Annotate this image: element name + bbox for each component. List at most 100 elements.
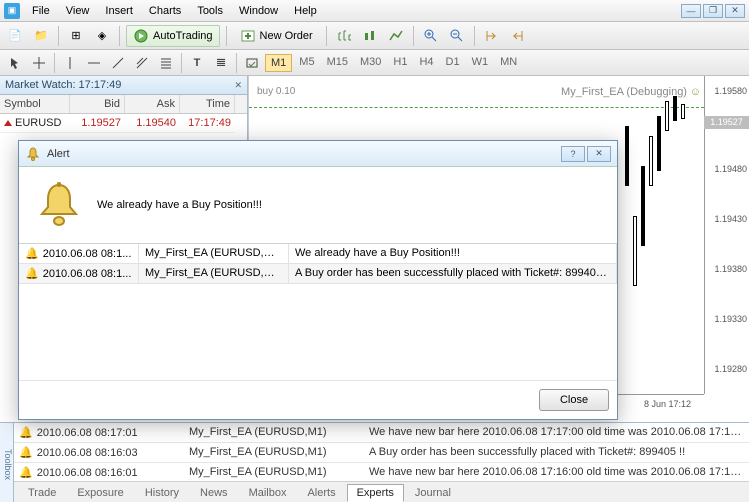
main-toolbar: 📄 📁 ⊞ ◈ AutoTrading New Order — [0, 22, 749, 50]
col-bid[interactable]: Bid — [70, 95, 125, 113]
tab-experts[interactable]: Experts — [347, 484, 404, 502]
symbol-row[interactable]: EURUSD1.195271.1954017:17:49 — [0, 114, 247, 133]
timeframe-m30[interactable]: M30 — [355, 54, 386, 72]
toolbox-tabs: TradeExposureHistoryNewsMailboxAlertsExp… — [14, 481, 749, 502]
timeframe-m5[interactable]: M5 — [294, 54, 319, 72]
candle — [625, 126, 629, 186]
tab-exposure[interactable]: Exposure — [67, 484, 133, 502]
alert-body: We already have a Buy Position!!! — [19, 167, 617, 243]
alert-log-row[interactable]: 🔔2010.06.08 08:1...My_First_EA (EURUSD,M… — [19, 264, 617, 284]
vline-icon[interactable] — [59, 52, 81, 74]
log-row[interactable]: 🔔2010.06.08 08:17:01My_First_EA (EURUSD,… — [14, 423, 749, 443]
timeframe-d1[interactable]: D1 — [441, 54, 465, 72]
help-button[interactable]: ? — [561, 146, 585, 162]
timeframe-h4[interactable]: H4 — [414, 54, 438, 72]
price-marker: 1.19527 — [704, 116, 749, 129]
chart-shift-icon[interactable] — [507, 25, 529, 47]
menu-insert[interactable]: Insert — [97, 3, 141, 19]
new-order-button[interactable]: New Order — [233, 25, 320, 47]
profiles-icon[interactable]: 📁 — [30, 25, 52, 47]
minimize-button[interactable]: — — [681, 4, 701, 18]
menu-items: FileViewInsertChartsToolsWindowHelp — [24, 3, 325, 19]
menu-help[interactable]: Help — [286, 3, 325, 19]
marketwatch-toggle-icon[interactable]: ⊞ — [65, 25, 87, 47]
xtick: 8 Jun 17:12 — [644, 399, 691, 409]
autoscroll-icon[interactable] — [481, 25, 503, 47]
panel-close-icon[interactable]: ✕ — [234, 80, 242, 91]
timeframe-m1[interactable]: M1 — [265, 54, 292, 72]
col-time[interactable]: Time — [180, 95, 235, 113]
fibo-icon[interactable] — [155, 52, 177, 74]
candle — [633, 216, 637, 286]
equidistant-icon[interactable] — [131, 52, 153, 74]
alert-title: Alert — [47, 148, 70, 160]
window-controls: — ❐ ✕ — [681, 4, 745, 18]
tab-journal[interactable]: Journal — [405, 484, 461, 502]
timeframe-mn[interactable]: MN — [495, 54, 522, 72]
alert-title-bar[interactable]: Alert ? ✕ — [19, 141, 617, 167]
market-watch-title-bar[interactable]: Market Watch: 17:17:49 ✕ — [0, 76, 247, 95]
close-button[interactable]: ✕ — [725, 4, 745, 18]
menu-view[interactable]: View — [58, 3, 98, 19]
tab-alerts[interactable]: Alerts — [297, 484, 345, 502]
app-icon: ▣ — [4, 3, 20, 19]
dialog-close-button[interactable]: ✕ — [587, 146, 611, 162]
timeframe-w1[interactable]: W1 — [467, 54, 494, 72]
autotrading-label: AutoTrading — [153, 30, 213, 42]
direction-icon — [4, 120, 12, 126]
candle — [649, 136, 653, 186]
tab-mailbox[interactable]: Mailbox — [239, 484, 297, 502]
market-watch-title: Market Watch: 17:17:49 — [5, 79, 121, 91]
draw-toolbar: T 𝌆 M1M5M15M30H1H4D1W1MN — [0, 50, 749, 76]
log-row[interactable]: 🔔2010.06.08 08:16:01My_First_EA (EURUSD,… — [14, 463, 749, 481]
ytick: 1.19580 — [714, 86, 747, 96]
autotrading-icon — [133, 28, 149, 44]
zoom-in-icon[interactable] — [420, 25, 442, 47]
ytick: 1.19480 — [714, 164, 747, 174]
bar-chart-icon[interactable] — [333, 25, 355, 47]
line-chart-icon[interactable] — [385, 25, 407, 47]
bell-icon — [25, 146, 41, 162]
bell-icon: 🔔 — [19, 446, 33, 459]
candle-chart-icon[interactable] — [359, 25, 381, 47]
navigator-toggle-icon[interactable]: ◈ — [91, 25, 113, 47]
col-symbol[interactable]: Symbol — [0, 95, 70, 113]
bell-large-icon — [35, 181, 83, 229]
close-button[interactable]: Close — [539, 389, 609, 411]
new-order-label: New Order — [260, 30, 313, 42]
timeframe-h1[interactable]: H1 — [388, 54, 412, 72]
col-ask[interactable]: Ask — [125, 95, 180, 113]
menu-charts[interactable]: Charts — [141, 3, 189, 19]
toolbox-side-label[interactable]: Toolbox — [0, 422, 14, 502]
tab-trade[interactable]: Trade — [18, 484, 66, 502]
autotrading-button[interactable]: AutoTrading — [126, 25, 220, 47]
ytick: 1.19330 — [714, 314, 747, 324]
cursor-icon[interactable] — [4, 52, 26, 74]
trendline-icon[interactable] — [107, 52, 129, 74]
timeframe-m15[interactable]: M15 — [322, 54, 353, 72]
close-label: Close — [560, 394, 588, 406]
alert-dialog: Alert ? ✕ We already have a Buy Position… — [18, 140, 618, 420]
new-chart-icon[interactable]: 📄 — [4, 25, 26, 47]
crosshair-icon[interactable] — [28, 52, 50, 74]
market-watch-header: Symbol Bid Ask Time — [0, 95, 247, 114]
bell-icon: 🔔 — [19, 426, 33, 439]
menu-file[interactable]: File — [24, 3, 58, 19]
log-row[interactable]: 🔔2010.06.08 08:16:03My_First_EA (EURUSD,… — [14, 443, 749, 463]
candle — [681, 104, 685, 119]
hline-icon[interactable] — [83, 52, 105, 74]
text-icon[interactable]: T — [186, 52, 208, 74]
menu-tools[interactable]: Tools — [189, 3, 231, 19]
maximize-button[interactable]: ❐ — [703, 4, 723, 18]
zoom-out-icon[interactable] — [446, 25, 468, 47]
alert-log-row[interactable]: 🔔2010.06.08 08:1...My_First_EA (EURUSD,M… — [19, 244, 617, 264]
candle — [641, 166, 645, 246]
menu-window[interactable]: Window — [231, 3, 286, 19]
alert-message: We already have a Buy Position!!! — [97, 199, 262, 211]
tf-dropdown-icon[interactable] — [241, 52, 263, 74]
tab-history[interactable]: History — [135, 484, 189, 502]
tab-news[interactable]: News — [190, 484, 238, 502]
text-label-icon[interactable]: 𝌆 — [210, 52, 232, 74]
market-watch-rows: EURUSD1.195271.1954017:17:49 — [0, 114, 247, 133]
chart-ea-label: My_First_EA (Debugging) ☺ — [561, 86, 701, 98]
